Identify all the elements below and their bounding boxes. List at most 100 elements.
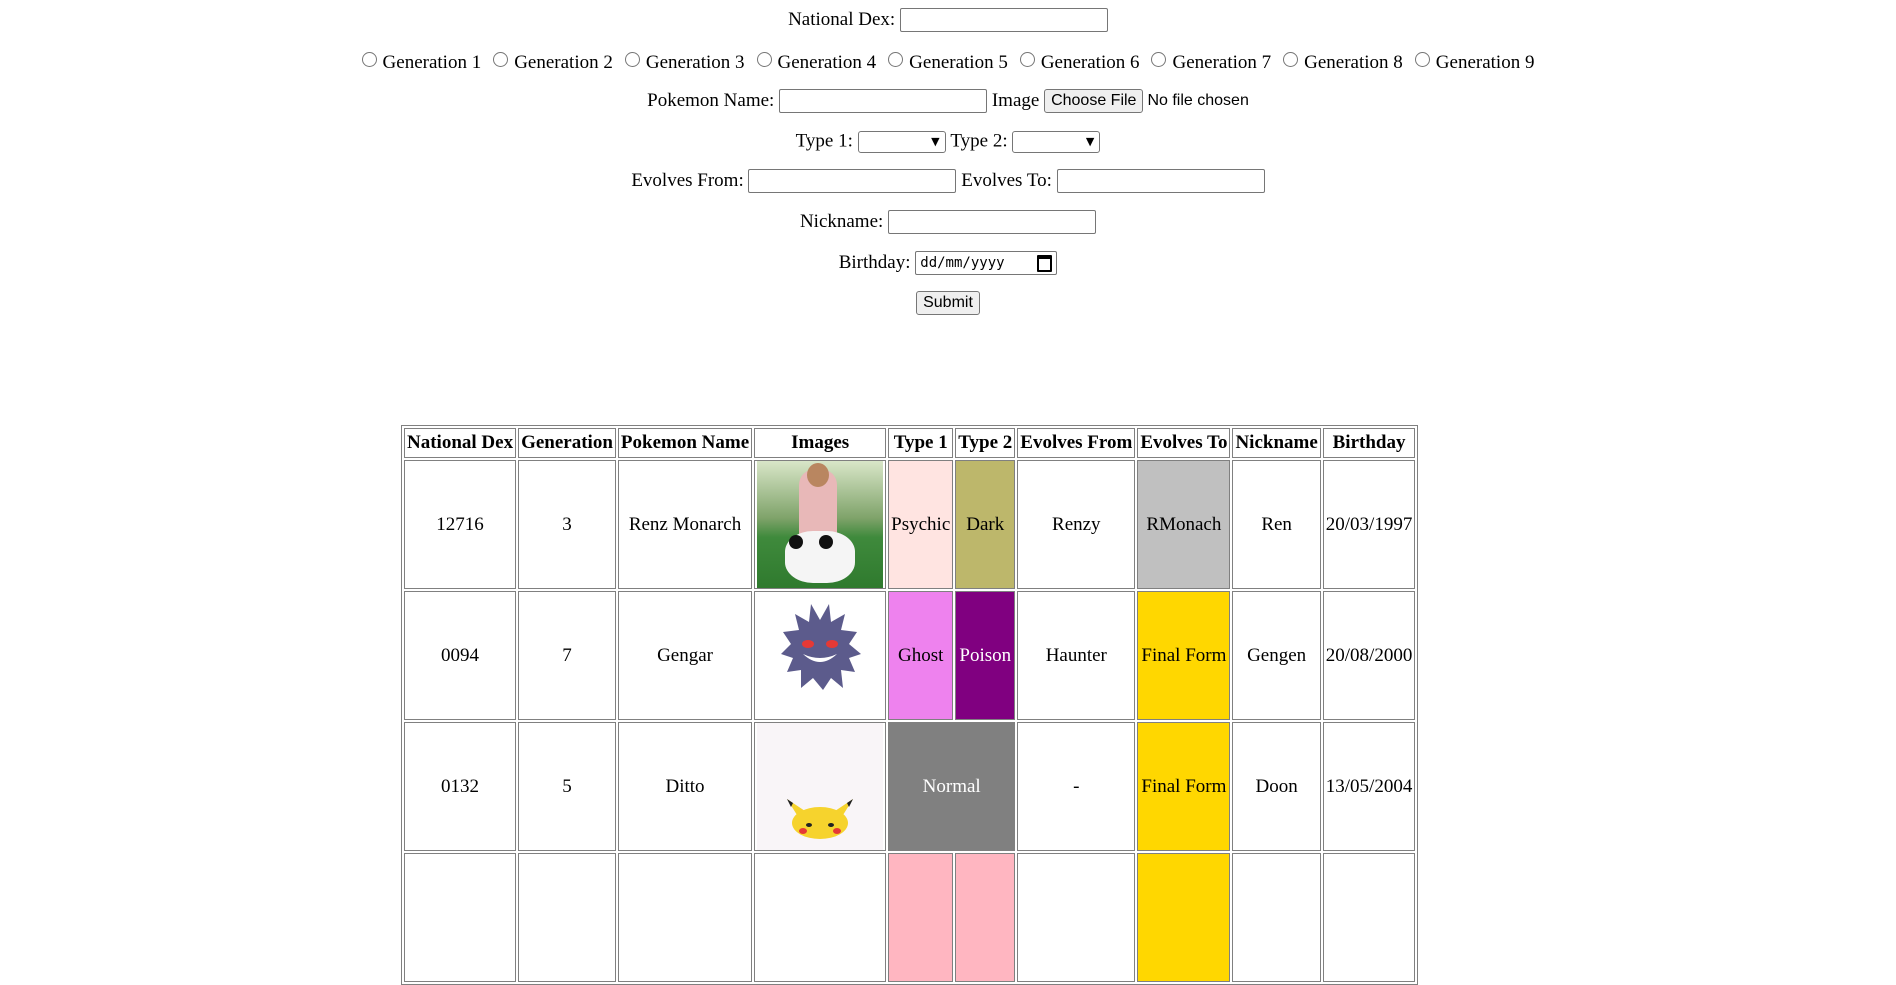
type1-label: Type 1:	[795, 130, 853, 152]
generation-radio-3[interactable]	[624, 52, 640, 68]
nickname-cell: Gengen	[1232, 591, 1321, 720]
dex-cell: 0132	[404, 722, 517, 851]
pokemon-name-input[interactable]	[779, 89, 988, 113]
image-cell	[754, 460, 887, 589]
image-label: Image	[991, 90, 1040, 111]
birthday-cell: 13/05/2004	[1322, 722, 1416, 851]
type2-select[interactable]: ▼	[1012, 130, 1101, 153]
nickname-label: Nickname:	[799, 211, 884, 232]
submit-button[interactable]: Submit	[916, 291, 980, 315]
image-cell	[754, 722, 887, 851]
birthday-cell: 20/08/2000	[1322, 591, 1416, 720]
generation-radio-5[interactable]	[888, 52, 904, 68]
calendar-icon[interactable]	[1037, 254, 1053, 272]
evolves-from-cell: Renzy	[1017, 460, 1136, 589]
type1-cell: Normal	[888, 722, 1016, 851]
type2-cell: Poison	[955, 591, 1016, 720]
generation-radio-7[interactable]	[1151, 52, 1167, 68]
evolves-from-cell	[1017, 853, 1136, 982]
nickname-cell: Ren	[1232, 460, 1321, 589]
evolves-from-cell: -	[1017, 722, 1136, 851]
column-header: Generation	[518, 428, 616, 458]
image-cell	[754, 853, 887, 982]
column-header: Images	[754, 428, 887, 458]
image-cell	[754, 591, 887, 720]
birthday-label: Birthday:	[838, 252, 911, 273]
type1-cell: Ghost	[888, 591, 954, 720]
name-cell: Ditto	[617, 722, 753, 851]
birthday-placeholder: dd/mm/yyyy	[920, 255, 1005, 271]
generation-cell: 3	[518, 460, 616, 589]
evolves-to-cell: RMonach	[1137, 460, 1231, 589]
type1-select[interactable]: ▼	[857, 130, 946, 153]
type2-label: Type 2:	[950, 130, 1008, 152]
generation-radio-2[interactable]	[493, 52, 509, 68]
name-cell: Gengar	[617, 591, 753, 720]
generation-radio-group: Generation 1 Generation 2 Generation 3 Gene…	[0, 51, 1896, 74]
national-dex-input[interactable]	[899, 8, 1108, 32]
national-dex-label: National Dex:	[788, 9, 896, 30]
generation-label-5: Generation 5	[909, 51, 1008, 73]
evolves-to-cell: Final Form	[1137, 591, 1231, 720]
nickname-input[interactable]	[888, 210, 1097, 234]
column-header: Nickname	[1232, 428, 1321, 458]
generation-cell: 7	[518, 591, 616, 720]
generation-label-7: Generation 7	[1172, 51, 1272, 73]
generation-radio-8[interactable]	[1283, 52, 1299, 68]
generation-label-4: Generation 4	[777, 51, 877, 73]
type1-cell	[888, 853, 954, 982]
evolves-row: Evolves From: Evolves To:	[0, 169, 1896, 193]
column-header: Evolves To	[1137, 428, 1231, 458]
generation-radio-6[interactable]	[1019, 52, 1035, 68]
choose-file-button[interactable]: Choose File	[1044, 89, 1144, 113]
generation-label-8: Generation 8	[1304, 51, 1403, 73]
chevron-down-icon: ▼	[931, 134, 940, 148]
type2-cell	[955, 853, 1016, 982]
evolves-from-cell: Haunter	[1017, 591, 1136, 720]
birthday-cell: 20/03/1997	[1322, 460, 1416, 589]
evolves-to-cell: Final Form	[1137, 722, 1231, 851]
gengar-sprite-image	[757, 592, 883, 719]
table-row	[404, 853, 1416, 982]
generation-radio-9[interactable]	[1414, 52, 1430, 68]
pokemon-table: National Dex Generation Pokemon Name Images…	[401, 425, 1419, 985]
nickname-cell	[1232, 853, 1321, 982]
national-dex-row: National Dex:	[0, 8, 1896, 32]
pikachu-sprite-image	[757, 723, 884, 850]
types-row: Type 1: ▼ Type 2: ▼	[0, 130, 1896, 153]
generation-label-1: Generation 1	[382, 51, 482, 73]
generation-radio-4[interactable]	[756, 52, 772, 68]
column-header: Birthday	[1322, 428, 1416, 458]
dex-cell: 0094	[404, 591, 517, 720]
table-header-row: National Dex Generation Pokemon Name Images…	[404, 428, 1416, 458]
birthday-cell	[1322, 853, 1416, 982]
generation-label-3: Generation 3	[645, 51, 745, 73]
submit-row: Submit	[0, 291, 1896, 315]
type1-cell: Psychic	[888, 460, 954, 589]
column-header: Pokemon Name	[617, 428, 753, 458]
dex-cell: 12716	[404, 460, 517, 589]
evolves-from-input[interactable]	[748, 169, 957, 193]
evolves-to-input[interactable]	[1056, 169, 1265, 193]
type2-cell: Dark	[955, 460, 1016, 589]
table-row: 12716 3 Renz Monarch Psychic Dark Renzy …	[404, 460, 1416, 589]
nickname-row: Nickname:	[0, 210, 1896, 234]
generation-label-6: Generation 6	[1040, 51, 1140, 73]
generation-cell	[518, 853, 616, 982]
evolves-to-label: Evolves To:	[961, 170, 1052, 191]
chevron-down-icon: ▼	[1085, 134, 1095, 148]
birthday-date-input[interactable]: dd/mm/yyyy	[915, 251, 1058, 275]
column-header: Type 2	[955, 428, 1016, 458]
column-header: Evolves From	[1017, 428, 1136, 458]
generation-cell: 5	[518, 722, 616, 851]
column-header: National Dex	[404, 428, 517, 458]
generation-radio-1[interactable]	[361, 52, 377, 68]
file-status-text: No file chosen	[1147, 92, 1249, 109]
evolves-to-cell	[1137, 853, 1231, 982]
name-image-row: Pokemon Name: Image Choose File No file c…	[0, 89, 1896, 113]
pokemon-name-label: Pokemon Name:	[647, 90, 775, 111]
column-header: Type 1	[888, 428, 954, 458]
dex-cell	[404, 853, 517, 982]
name-cell: Renz Monarch	[617, 460, 753, 589]
generation-label-2: Generation 2	[514, 51, 613, 73]
